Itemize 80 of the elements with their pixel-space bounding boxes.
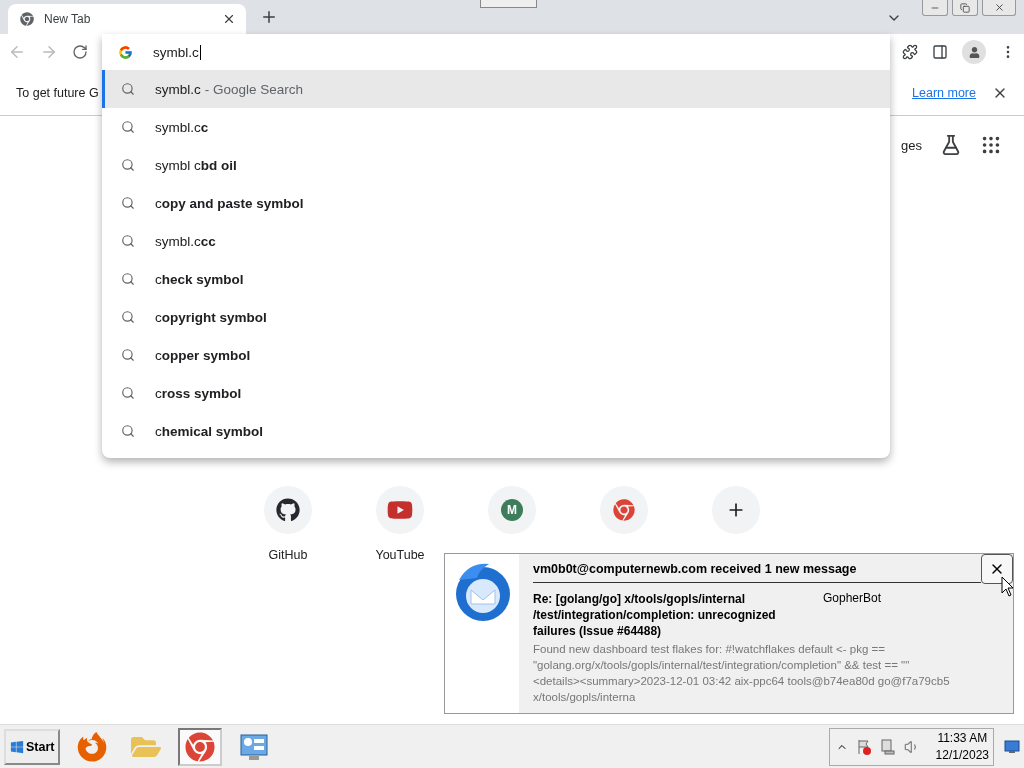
flask-icon[interactable] bbox=[940, 134, 962, 156]
address-field[interactable]: symbl.c bbox=[153, 44, 201, 60]
close-icon[interactable] bbox=[222, 12, 236, 26]
search-icon bbox=[121, 348, 135, 362]
suggestion-item[interactable]: copper symbol bbox=[102, 336, 890, 374]
suggestion-text: symbl.ccc bbox=[155, 233, 216, 249]
restore-icon bbox=[960, 2, 970, 13]
search-icon bbox=[121, 82, 135, 96]
suggestion-item[interactable]: chemical symbol bbox=[102, 412, 890, 450]
shortcut-tile[interactable] bbox=[712, 486, 760, 534]
suggestion-item[interactable]: copy and paste symbol bbox=[102, 184, 890, 222]
suggestion-text: symbl.cc bbox=[155, 119, 209, 135]
search-icon bbox=[121, 386, 135, 400]
minimize-button[interactable] bbox=[922, 0, 948, 16]
suggestion-text: copy and paste symbol bbox=[155, 195, 304, 211]
flag-icon[interactable] bbox=[855, 738, 872, 755]
letter-avatar: M bbox=[501, 499, 523, 521]
clock-time: 11:33 AM bbox=[937, 729, 988, 747]
caption-handle bbox=[480, 0, 537, 8]
shortcut-label: YouTube bbox=[375, 548, 425, 562]
notification-title: vm0b0t@computernewb.com received 1 new message bbox=[533, 562, 981, 583]
message-subject: Re: [golang/go] x/tools/gopls/internal /test/integration/completion: unrecognized failures (Issue #64488) bbox=[533, 591, 777, 639]
suggestion-text: chemical symbol bbox=[155, 423, 264, 439]
suggestion-item[interactable]: symbl.cc bbox=[102, 108, 890, 146]
suggestion-item[interactable]: copyright symbol bbox=[102, 298, 890, 336]
control-panel-icon bbox=[239, 731, 270, 762]
search-icon bbox=[121, 158, 135, 172]
shortcut-tile[interactable] bbox=[600, 486, 648, 534]
apps-icon[interactable] bbox=[980, 134, 1002, 156]
side-panel-icon[interactable] bbox=[932, 44, 948, 60]
infobar-message: To get future G bbox=[16, 85, 99, 100]
tab-title: New Tab bbox=[44, 12, 92, 26]
restore-button[interactable] bbox=[952, 0, 978, 16]
close-icon bbox=[993, 2, 1005, 13]
chrome-icon bbox=[185, 731, 216, 762]
chrome-icon bbox=[613, 499, 635, 521]
suggestion-text: cross symbol bbox=[155, 385, 242, 401]
extensions-icon[interactable] bbox=[902, 44, 918, 60]
search-icon bbox=[121, 310, 135, 324]
search-icon bbox=[121, 272, 135, 286]
search-icon bbox=[121, 196, 135, 210]
chrome-icon bbox=[20, 12, 34, 26]
message-sender: GopherBot bbox=[823, 591, 882, 607]
suggestion-item[interactable]: symbl.c - Google Search bbox=[102, 70, 890, 108]
suggestion-text: copper symbol bbox=[155, 347, 251, 363]
shortcut-tile[interactable]: M bbox=[488, 486, 536, 534]
suggestion-text: copyright symbol bbox=[155, 309, 267, 325]
suggestion-item[interactable]: cross symbol bbox=[102, 374, 890, 412]
message-preview: Found new dashboard test flakes for: #!watchflakes default <- pkg == "golang.org/x/tools/gopls/internal/test/integration/completion" && test == "" <details><summary>2023-12-01 03:42 aix-ppc64 tools@b74ea80d go@f7a79cb5 x/tools/gopls/interna bbox=[533, 642, 951, 705]
learn-more-link[interactable]: Learn more bbox=[912, 85, 976, 100]
close-button[interactable] bbox=[981, 554, 1013, 584]
clock[interactable]: 11:33 AM 12/1/2023 bbox=[935, 729, 989, 764]
taskbar-app[interactable] bbox=[178, 727, 223, 766]
google-icon bbox=[118, 44, 133, 60]
suggestion-item[interactable]: check symbol bbox=[102, 260, 890, 298]
windows-logo-icon bbox=[10, 739, 24, 754]
clock-date: 12/1/2023 bbox=[935, 746, 989, 764]
github-icon bbox=[276, 498, 300, 522]
images-link[interactable]: ges bbox=[901, 137, 922, 153]
profile-icon[interactable] bbox=[962, 40, 986, 64]
shortcut-tile[interactable] bbox=[376, 486, 424, 534]
start-button[interactable]: Start bbox=[4, 728, 61, 765]
suggestion-text: check symbol bbox=[155, 271, 244, 287]
browser-tab[interactable]: New Tab bbox=[8, 4, 246, 34]
shortcut-label: GitHub bbox=[268, 548, 308, 562]
network-icon[interactable] bbox=[879, 738, 896, 755]
suggestion-text: symbl.c bbox=[155, 81, 201, 97]
cursor-icon bbox=[1001, 576, 1015, 598]
search-icon bbox=[121, 424, 135, 438]
suggestion-text: symbl cbd oil bbox=[155, 157, 237, 173]
new-tab-icon[interactable] bbox=[260, 8, 278, 26]
suggestion-suffix: - Google Search bbox=[204, 81, 304, 97]
shortcut-tile[interactable] bbox=[264, 486, 312, 534]
show-desktop-icon[interactable] bbox=[1004, 739, 1020, 754]
suggestion-item[interactable]: symbl.ccc bbox=[102, 222, 890, 260]
search-icon bbox=[121, 234, 135, 248]
suggestion-item[interactable]: symbl cbd oil bbox=[102, 146, 890, 184]
firefox-icon bbox=[77, 731, 108, 762]
search-icon bbox=[121, 120, 135, 134]
reload-icon[interactable] bbox=[72, 44, 88, 60]
